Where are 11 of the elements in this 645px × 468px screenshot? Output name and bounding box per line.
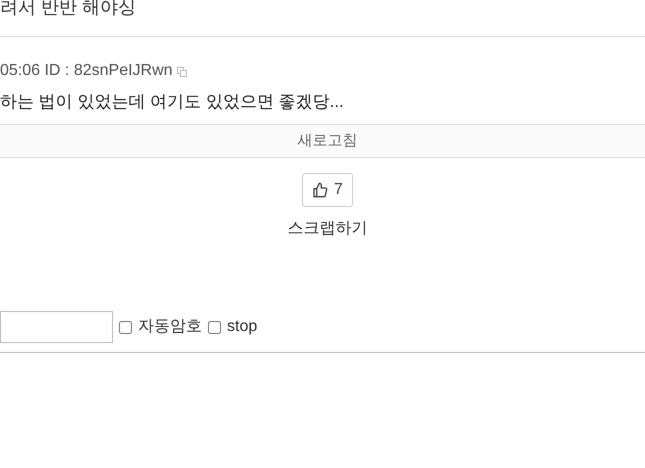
option-checkbox[interactable] [208, 320, 221, 334]
option-label: stop [227, 317, 258, 337]
like-button[interactable]: 7 [302, 173, 353, 207]
scrap-link[interactable]: 스크랩하기 [288, 217, 368, 241]
thumbs-up-icon [312, 182, 328, 198]
password-field[interactable] [0, 311, 113, 343]
comment-text: 하는 법이 있었는데 여기도 있었으면 좋겠당... [0, 92, 344, 111]
option-checkbox[interactable] [119, 320, 132, 334]
comment-meta: 05:06 ID : 82snPeIJRwn [0, 61, 173, 81]
refresh-bar[interactable]: 새로고침 [0, 124, 645, 158]
option-label: 자동암호 [138, 317, 202, 337]
